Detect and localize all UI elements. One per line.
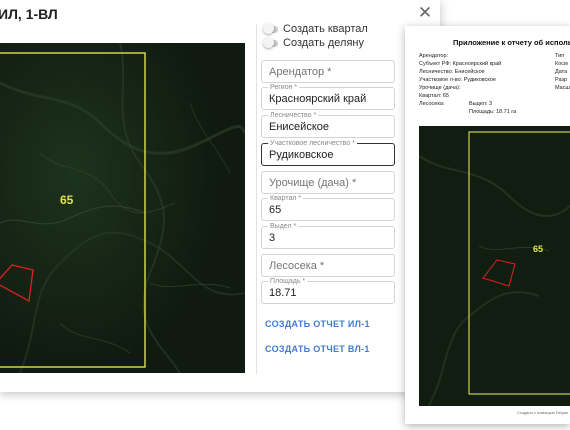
report-line: Субъект РФ: Красноярский край [419,61,502,67]
report-line: Масш [555,85,570,91]
district-forestry-value: Рудиковское [269,149,334,161]
report-footer: Создано с помощью Delyan [517,410,569,415]
toggle-switch[interactable] [263,22,278,34]
area-label: Площадь * [268,277,308,286]
quarter-number-label: 65 [60,193,74,207]
toggle-switch[interactable] [263,36,278,48]
region-value: Красноярский край [269,93,367,105]
toggle-create-plot[interactable]: Создать деляну [263,36,364,50]
report-info-right: Тип Косм Дата Разр Масш [555,52,570,92]
quarter-field[interactable]: Квартал * 65 [261,194,395,221]
close-icon[interactable]: ✕ [416,4,434,22]
district-forestry-label: Участковое лесничество * [268,139,357,148]
report-line: Лесничество: Енисейское [419,69,485,75]
region-field[interactable]: Регион * Красноярский край [261,83,395,110]
report-map-image: 65 [419,126,570,406]
report-line: Арендатор: [419,53,449,59]
dialog-title: ИЛ, 1-ВЛ [0,6,58,22]
create-report-il1-button[interactable]: СОЗДАТЬ ОТЧЕТ ИЛ-1 [265,319,370,329]
report-quarter-label: 65 [533,244,544,254]
report-line: Урочище (дача): [419,85,461,91]
allotment-field[interactable]: Выдел * 3 [261,222,395,249]
tract-placeholder: Урочище (дача) * [269,177,357,189]
report-line: Косм [555,61,568,67]
forestry-field[interactable]: Лесничество * Енисейское [261,111,395,138]
satellite-map[interactable]: 65 [0,43,245,373]
report-line: Площадь: 18.71 га [469,109,517,115]
toggle-create-quarter[interactable]: Создать квартал [263,22,368,36]
report-map-background [419,126,570,406]
forestry-value: Енисейское [269,121,329,133]
district-forestry-field[interactable]: Участковое лесничество * Рудиковское [261,139,395,166]
area-field[interactable]: Площадь * 18.71 [261,277,395,304]
toggle-label: Создать деляну [283,37,364,49]
report-info-mid: Выдел: 3 Площадь: 18.71 га [469,100,516,116]
toggle-label: Создать квартал [283,23,368,35]
tenant-field[interactable]: Арендатор * [261,60,395,83]
report-map-canvas [419,126,570,406]
report-line: Участковое л-во: Рудиковское [419,77,496,83]
report-line: Тип [555,53,565,59]
report-line: Выдел: 3 [469,101,493,107]
quarter-value: 65 [269,204,282,216]
map-canvas [0,43,245,373]
report-dialog: ИЛ, 1-ВЛ ✕ 65 Создать квартал Создать де… [0,0,440,392]
cutting-area-placeholder: Лесосека * [269,260,325,272]
forestry-label: Лесничество * [268,111,319,120]
tenant-placeholder: Арендатор * [269,66,332,78]
allotment-value: 3 [269,232,276,244]
allotment-label: Выдел * [268,222,299,231]
report-title: Приложение к отчету об использ [453,38,570,47]
create-report-vl1-button[interactable]: СОЗДАТЬ ОТЧЕТ ВЛ-1 [265,344,370,354]
region-label: Регион * [268,83,300,92]
report-line: Дата [555,69,568,75]
report-line: Разр [555,77,568,83]
tract-field[interactable]: Урочище (дача) * [261,171,395,194]
report-preview: Приложение к отчету об использ Арендатор… [405,26,570,424]
cutting-area-field[interactable]: Лесосека * [261,254,395,277]
quarter-label: Квартал * [268,194,304,203]
divider [256,24,257,374]
report-line: Квартал: 65 [419,93,449,99]
area-value: 18.71 [269,287,297,299]
